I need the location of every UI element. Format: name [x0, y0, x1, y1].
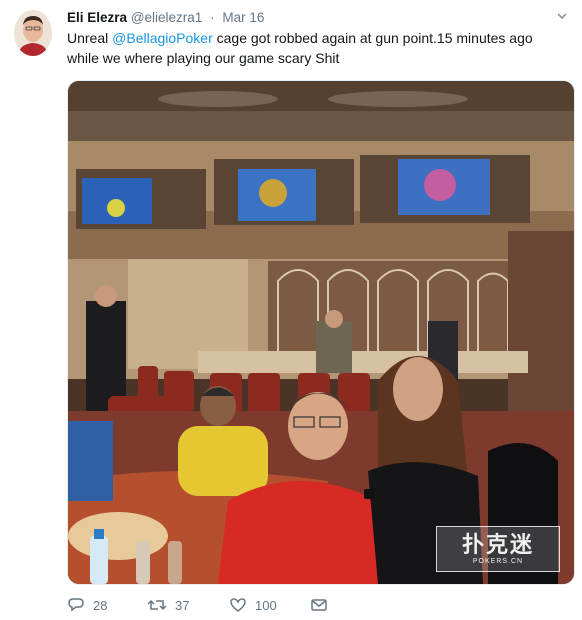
retweet-icon: [147, 599, 167, 611]
caret-down-icon[interactable]: [556, 8, 568, 28]
tweet-header: Eli Elezra @elielezra1 · Mar 16: [67, 8, 568, 28]
message-button[interactable]: [310, 596, 336, 614]
message-icon: [311, 599, 327, 611]
author-handle[interactable]: @elielezra1: [131, 10, 203, 25]
like-button[interactable]: 100: [229, 596, 277, 614]
tweet-actions: 28 37 100: [67, 596, 367, 620]
author-name[interactable]: Eli Elezra: [67, 10, 127, 25]
mention-link[interactable]: @BellagioPoker: [112, 30, 213, 46]
tweet-text: Unreal @BellagioPoker cage got robbed ag…: [67, 28, 567, 68]
watermark-main: 扑克迷: [461, 531, 534, 557]
separator-dot: ·: [210, 10, 215, 25]
watermark-logo: 扑克迷 POKERS.CN: [436, 526, 560, 572]
reply-count: 28: [93, 597, 108, 613]
reply-button[interactable]: 28: [67, 596, 107, 614]
like-icon: [230, 598, 246, 612]
retweet-button[interactable]: 37: [147, 596, 189, 614]
reply-icon: [68, 598, 84, 612]
avatar[interactable]: [14, 10, 52, 56]
tweet-text-before: Unreal: [67, 30, 113, 46]
like-count: 100: [255, 597, 277, 613]
retweet-count: 37: [175, 597, 190, 613]
tweet-date[interactable]: Mar 16: [222, 10, 264, 25]
watermark-sub: POKERS.CN: [472, 557, 524, 565]
tweet-photo[interactable]: 扑克迷 POKERS.CN: [67, 80, 575, 585]
